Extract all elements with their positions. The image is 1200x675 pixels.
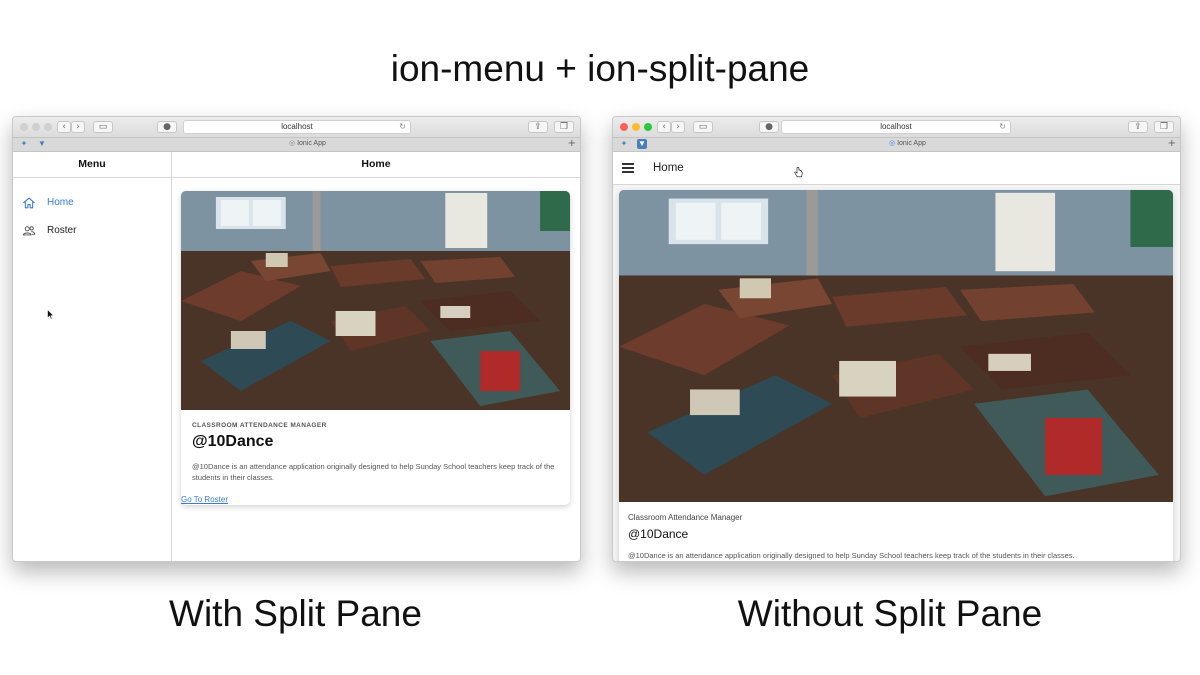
classroom-photo — [619, 190, 1173, 502]
mouse-pointer-icon — [47, 309, 54, 320]
tabs-overview-button[interactable]: ❐ — [1154, 121, 1174, 133]
ionic-icon: ◎ — [889, 140, 898, 147]
zoom-window-button[interactable] — [44, 123, 52, 131]
card-body: @10Dance is an attendance application or… — [192, 462, 555, 482]
new-tab-button[interactable]: + — [1168, 138, 1176, 150]
browser-tab-bar: ✦ ▼ ◎ Ionic App + — [13, 138, 580, 152]
tab-title: Ionic App — [897, 140, 926, 147]
right-caption: Without Split Pane — [737, 593, 1043, 634]
browser-tab[interactable]: ◎ Ionic App — [289, 139, 326, 147]
new-tab-button[interactable]: + — [568, 138, 576, 150]
twitter-icon[interactable]: ✦ — [19, 139, 29, 149]
hand-cursor-icon — [794, 167, 803, 178]
url-text: localhost — [880, 122, 912, 131]
menu-item-roster[interactable]: Roster — [13, 220, 171, 242]
tabs-overview-button[interactable]: ❐ — [554, 121, 574, 133]
header-title: Home — [653, 162, 684, 174]
content-title: Home — [361, 158, 391, 170]
sidebar-toggle-button[interactable]: ▭ — [93, 121, 113, 133]
menu-item-home[interactable]: Home — [13, 192, 171, 214]
bookmark-icon[interactable]: ▼ — [37, 139, 47, 149]
close-window-button[interactable] — [620, 123, 628, 131]
share-button[interactable]: ⇪ — [528, 121, 548, 133]
zoom-window-button[interactable] — [644, 123, 652, 131]
card-title: @10Dance — [192, 433, 274, 450]
ionic-icon: ◎ — [289, 140, 298, 147]
card-body: @10Dance is an attendance application or… — [628, 551, 1075, 560]
page-headline: ion-menu + ion-split-pane — [390, 48, 810, 89]
classroom-photo — [181, 191, 570, 410]
back-button[interactable]: ‹ — [657, 121, 671, 133]
reload-icon[interactable]: ↻ — [999, 121, 1006, 133]
privacy-icon[interactable]: ● — [157, 121, 177, 133]
browser-tab-bar: ✦ ▼ ◎ Ionic App + — [613, 138, 1180, 152]
sidebar-toggle-button[interactable]: ▭ — [693, 121, 713, 133]
bookmark-icon[interactable]: ▼ — [637, 139, 647, 149]
content-header: Home — [172, 152, 580, 178]
left-caption: With Split Pane — [169, 593, 422, 634]
no-split-pane-browser-window: ‹ › ▭ ● localhost ↻ ⇪ ❐ ✦ ▼ ◎ Ionic App … — [612, 116, 1181, 562]
share-button[interactable]: ⇪ — [1128, 121, 1148, 133]
minimize-window-button[interactable] — [32, 123, 40, 131]
menu-toggle-icon[interactable] — [622, 163, 634, 173]
main-content: Classroom Attendance Manager @10Dance @1… — [613, 185, 1180, 561]
url-text: localhost — [281, 122, 313, 131]
app-header: Home — [613, 152, 1180, 185]
forward-button[interactable]: › — [71, 121, 85, 133]
card-subtitle: CLASSROOM ATTENDANCE MANAGER — [192, 422, 327, 429]
menu-title: Menu — [78, 158, 106, 170]
info-card: CLASSROOM ATTENDANCE MANAGER @10Dance @1… — [181, 191, 570, 505]
go-to-roster-link[interactable]: Go To Roster — [181, 495, 228, 504]
twitter-icon[interactable]: ✦ — [619, 139, 629, 149]
browser-toolbar: ‹ › ▭ ● localhost ↻ ⇪ ❐ — [613, 117, 1180, 138]
tab-title: Ionic App — [297, 140, 326, 147]
forward-button[interactable]: › — [671, 121, 685, 133]
browser-toolbar: ‹ › ▭ ● localhost ↻ ⇪ ❐ — [13, 117, 580, 138]
browser-tab[interactable]: ◎ Ionic App — [889, 139, 926, 147]
split-pane-browser-window: ‹ › ▭ ● localhost ↻ ⇪ ❐ ✦ ▼ ◎ Ionic App … — [12, 116, 581, 562]
minimize-window-button[interactable] — [632, 123, 640, 131]
address-bar[interactable]: localhost ↻ — [183, 120, 411, 134]
side-menu: Menu Home Roster — [13, 152, 172, 561]
back-button[interactable]: ‹ — [57, 121, 71, 133]
card-subtitle: Classroom Attendance Manager — [628, 513, 743, 522]
privacy-icon[interactable]: ● — [759, 121, 779, 133]
reload-icon[interactable]: ↻ — [399, 121, 406, 133]
info-card: Classroom Attendance Manager @10Dance @1… — [619, 190, 1173, 561]
menu-item-label: Home — [47, 197, 74, 208]
card-title: @10Dance — [628, 527, 689, 541]
menu-header: Menu — [13, 152, 171, 178]
address-bar[interactable]: localhost ↻ — [781, 120, 1011, 134]
home-icon — [23, 197, 35, 209]
close-window-button[interactable] — [20, 123, 28, 131]
menu-item-label: Roster — [47, 225, 77, 236]
main-content: Home CLASSROOM ATTENDANCE MANAGER @10Dan… — [172, 152, 580, 561]
people-icon — [22, 226, 36, 236]
